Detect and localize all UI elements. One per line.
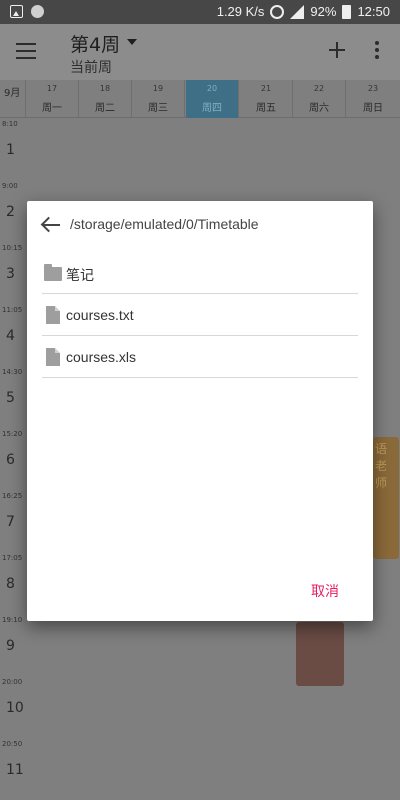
app-bar: 第4周 当前周	[0, 24, 400, 80]
file-icon	[46, 348, 60, 366]
image-notification-icon	[10, 5, 23, 18]
month-label: 9月	[0, 80, 26, 118]
course-block[interactable]	[296, 622, 344, 686]
course-block[interactable]: 语 老师	[373, 437, 399, 559]
battery-icon	[342, 4, 352, 19]
file-name: 笔记	[66, 267, 94, 283]
day-column-header: 17 周一	[26, 80, 79, 118]
folder-icon	[44, 264, 62, 281]
time-column: 8:10 1 9:00 2 10:15 3 11:05 4 14:30 5 15:20 6 …	[2, 120, 24, 778]
day-column-header: 19 周三	[132, 80, 185, 118]
alarm-icon	[270, 4, 285, 19]
week-subtitle: 当前周	[70, 60, 112, 76]
signal-icon	[290, 4, 305, 19]
cancel-button[interactable]: 取消	[311, 581, 339, 601]
dropdown-caret-icon[interactable]	[127, 39, 137, 45]
day-column-header: 22 周六	[293, 80, 346, 118]
current-path: /storage/emulated/0/Timetable	[70, 216, 259, 232]
file-list-item[interactable]: courses.xls	[42, 337, 358, 378]
file-icon	[46, 306, 60, 324]
back-arrow-icon[interactable]	[41, 216, 61, 234]
file-list-item[interactable]: courses.txt	[42, 295, 358, 336]
week-title[interactable]: 第4周	[70, 30, 120, 57]
file-name: courses.xls	[66, 349, 137, 365]
file-name: courses.txt	[66, 307, 134, 323]
status-bar: 1.29 K/s 92% 12:50	[0, 0, 400, 24]
clock: 12:50	[357, 4, 390, 19]
app-notification-icon	[31, 5, 44, 18]
more-options-icon[interactable]	[375, 41, 379, 59]
menu-icon[interactable]	[16, 43, 36, 59]
day-column-header: 18 周二	[79, 80, 132, 118]
day-column-header: 23 周日	[363, 84, 383, 114]
add-icon[interactable]	[329, 42, 345, 58]
network-speed: 1.29 K/s	[216, 4, 265, 19]
day-column-header: 21 周五	[240, 80, 293, 118]
battery-percent: 92%	[310, 4, 337, 19]
day-column-header-today: 20 周四	[186, 80, 239, 118]
day-header: 9月 17 周一 18 周二 19 周三 20 周四 21 周五 22 周六 23 周日	[0, 80, 400, 118]
file-list-item[interactable]: 笔记	[42, 253, 358, 294]
file-picker-dialog: /storage/emulated/0/Timetable 笔记 courses…	[27, 201, 373, 621]
